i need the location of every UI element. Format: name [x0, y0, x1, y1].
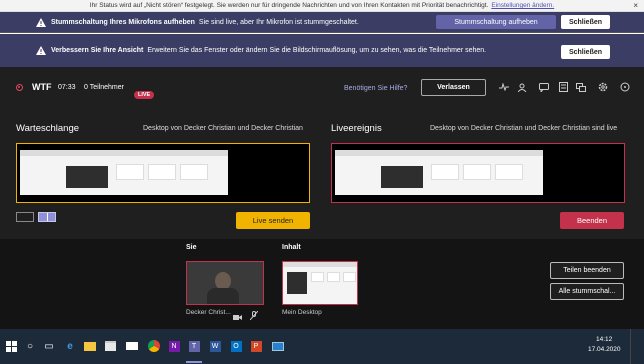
mail-icon[interactable] — [124, 338, 140, 354]
view-banner-title: Verbessern Sie Ihre Ansicht — [51, 47, 144, 54]
camera-feed-tile[interactable] — [186, 261, 264, 305]
you-label: Sie — [186, 244, 197, 251]
close-icon[interactable]: × — [633, 1, 638, 10]
unmute-button[interactable]: Stummschaltung aufheben — [436, 15, 556, 29]
meeting-title: WTF — [32, 82, 52, 92]
change-settings-link[interactable]: Einstellungen ändern. — [491, 2, 554, 9]
close-mic-banner-button[interactable]: Schließen — [561, 15, 610, 29]
queue-title: Warteschlange — [16, 123, 80, 134]
meeting-duration: 07:33 — [58, 84, 76, 91]
more-icon[interactable] — [619, 81, 631, 93]
taskview-icon[interactable]: ▭ — [41, 338, 57, 354]
mic-banner-text: Sie sind live, aber Ihr Mikrofon ist stu… — [198, 18, 359, 26]
people-icon[interactable] — [517, 81, 529, 93]
mute-all-button[interactable]: Alle stummschal... — [550, 283, 624, 300]
outlook-icon[interactable]: O — [228, 338, 244, 354]
meeting-header: WTF 07:33 0 Teilnehmer LIVE Benötigen Si… — [0, 67, 644, 110]
show-desktop-button[interactable] — [630, 329, 634, 364]
notes-icon[interactable] — [557, 81, 569, 93]
chat-icon[interactable] — [538, 81, 550, 93]
store-icon[interactable] — [102, 338, 118, 354]
live-preview[interactable] — [331, 143, 625, 203]
warning-icon — [36, 17, 46, 27]
mic-muted-banner: Stummschaltung Ihres Mikrofons aufheben … — [0, 12, 644, 33]
live-desktop-image — [335, 150, 543, 195]
end-event-button[interactable]: Beenden — [560, 212, 624, 229]
layout-split-icon[interactable] — [38, 212, 56, 222]
word-icon[interactable]: W — [207, 338, 223, 354]
improve-view-banner: Verbessern Sie Ihre Ansicht Erweitern Si… — [0, 34, 644, 67]
queue-subtitle: Desktop von Decker Christian und Decker … — [143, 125, 303, 132]
live-title: Liveereignis — [331, 123, 382, 134]
onenote-icon[interactable]: N — [166, 338, 182, 354]
layout-single-icon[interactable] — [16, 212, 34, 222]
dnd-status-bar: Ihr Status wird auf „Nicht stören“ festg… — [0, 0, 644, 12]
queue-preview[interactable] — [16, 143, 310, 203]
shared-desktop-image — [20, 150, 228, 195]
live-badge: LIVE — [134, 83, 155, 101]
live-subtitle: Desktop von Decker Christian und Decker … — [430, 125, 618, 132]
mic-muted-icon[interactable] — [249, 307, 259, 321]
desktop-share-tile[interactable] — [282, 261, 358, 305]
explorer-icon[interactable] — [82, 338, 98, 354]
photos-icon[interactable] — [270, 338, 286, 354]
person-name: Decker Christ... — [186, 309, 231, 316]
powerpoint-icon[interactable]: P — [248, 338, 264, 354]
clock-time: 14:12 — [596, 336, 613, 343]
windows-taskbar: ○ ▭ e N T W O P 14:12 17.04.2020 — [0, 329, 644, 364]
edge-icon[interactable]: e — [62, 338, 78, 354]
stop-share-button[interactable]: Teilen beenden — [550, 262, 624, 279]
search-icon[interactable]: ○ — [22, 338, 38, 354]
participant-count: 0 Teilnehmer — [84, 84, 124, 91]
chrome-icon[interactable] — [146, 338, 162, 354]
send-live-button[interactable]: Live senden — [236, 212, 310, 229]
warning-icon — [36, 46, 46, 55]
live-event-producer-view: WTF 07:33 0 Teilnehmer LIVE Benötigen Si… — [0, 67, 644, 329]
mic-banner-title: Stummschaltung Ihres Mikrofons aufheben — [51, 18, 195, 26]
record-icon — [16, 84, 23, 91]
help-link[interactable]: Benötigen Sie Hilfe? — [344, 85, 407, 92]
camera-icon[interactable] — [233, 308, 242, 320]
qa-icon[interactable] — [575, 81, 587, 93]
teams-icon[interactable]: T — [186, 338, 202, 354]
content-label: Inhalt — [282, 244, 301, 251]
live-badge-label: LIVE — [134, 91, 155, 99]
desktop-name: Mein Desktop — [282, 309, 322, 316]
view-banner-text: Erweitern Sie das Fenster oder ändern Si… — [147, 47, 487, 54]
clock-date: 17.04.2020 — [588, 346, 621, 353]
leave-button[interactable]: Verlassen — [421, 79, 486, 96]
health-icon[interactable] — [498, 81, 510, 93]
settings-icon[interactable] — [597, 81, 609, 93]
close-view-banner-button[interactable]: Schließen — [561, 45, 610, 59]
dnd-status-text: Ihr Status wird auf „Nicht stören“ festg… — [89, 2, 489, 9]
windows-icon[interactable] — [3, 338, 19, 354]
